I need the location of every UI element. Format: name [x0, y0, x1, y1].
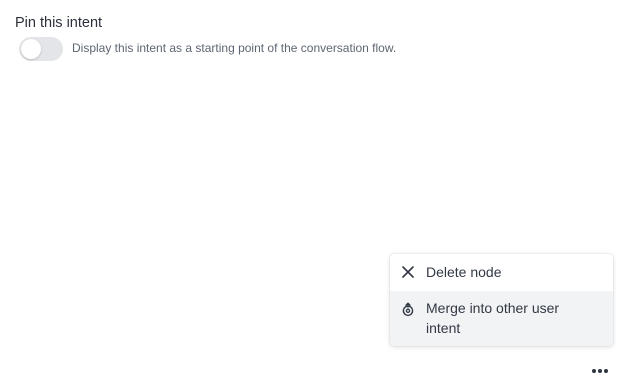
toggle-knob [21, 39, 41, 59]
more-options-button[interactable] [588, 362, 612, 380]
more-icon-dot [604, 369, 608, 373]
node-context-menu: Delete node Merge into other user intent [390, 254, 613, 346]
merge-icon [402, 302, 414, 317]
more-icon-dot [598, 369, 602, 373]
merge-intent-menu-item[interactable]: Merge into other user intent [390, 291, 613, 346]
delete-node-label: Delete node [426, 264, 502, 280]
close-icon [402, 266, 414, 278]
merge-intent-label: Merge into other user intent [426, 300, 560, 336]
delete-node-menu-item[interactable]: Delete node [390, 254, 613, 290]
pin-intent-title: Pin this intent [15, 15, 103, 31]
pin-intent-toggle[interactable] [19, 37, 63, 61]
pin-intent-description: Display this intent as a starting point … [72, 41, 397, 55]
more-icon-dot [592, 369, 596, 373]
